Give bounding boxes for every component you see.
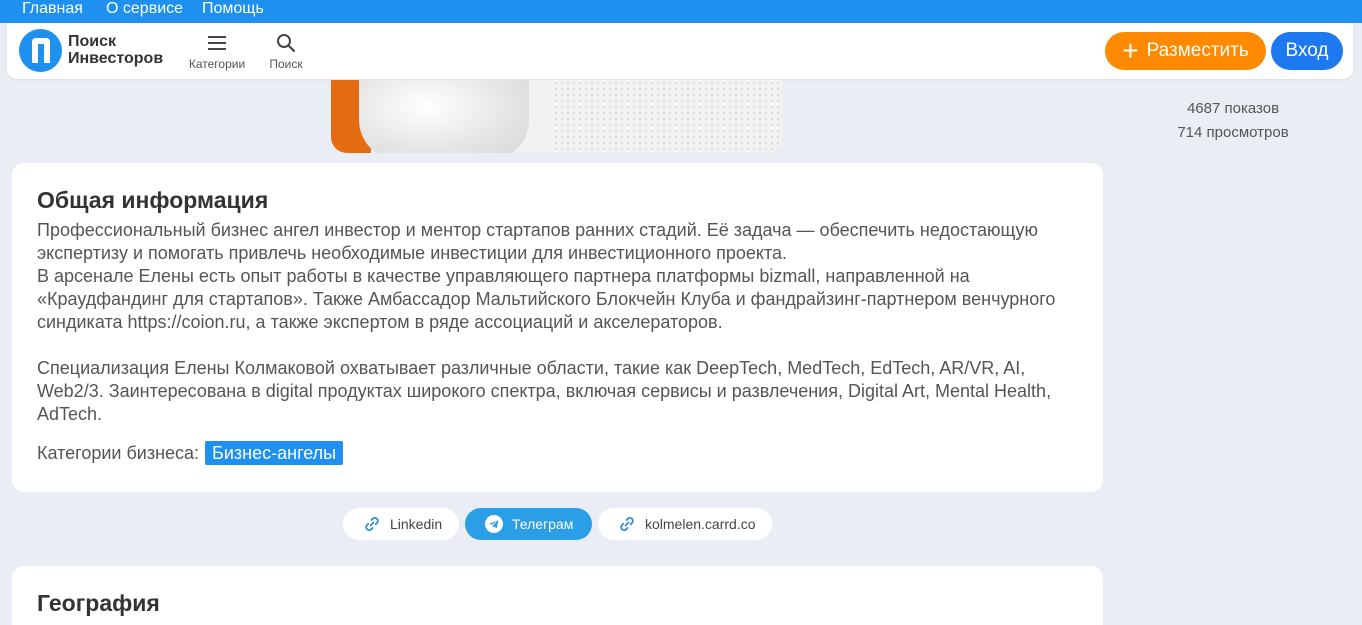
linkedin-label: Linkedin xyxy=(390,516,443,532)
website-label: kolmelen.carrd.co xyxy=(645,516,756,532)
search-icon xyxy=(263,31,309,55)
telegram-link[interactable]: Телеграм xyxy=(465,508,592,540)
menu-icon xyxy=(185,31,249,55)
impressions-count: 4687 показов xyxy=(1186,100,1280,117)
search-button[interactable]: Поиск xyxy=(263,31,309,73)
telegram-icon xyxy=(485,515,503,533)
linkedin-link[interactable]: Linkedin xyxy=(343,508,459,540)
login-button[interactable]: Вход xyxy=(1271,32,1343,70)
description-paragraph-3: Специализация Елены Колмаковой охватывае… xyxy=(37,358,1052,424)
views-count: 714 просмотров xyxy=(1177,124,1289,141)
post-listing-button[interactable]: + Разместить xyxy=(1105,32,1266,70)
top-nav-help[interactable]: Помощь xyxy=(202,0,264,18)
plus-icon: + xyxy=(1122,35,1139,66)
geography-title: География xyxy=(37,590,160,616)
profile-banner-image xyxy=(331,80,783,153)
description-paragraph-2: В арсенале Елены есть опыт работы в каче… xyxy=(37,266,1056,332)
search-label: Поиск xyxy=(269,57,303,71)
general-info-card: Общая информация Профессиональный бизнес… xyxy=(12,163,1103,492)
telegram-label: Телеграм xyxy=(512,516,574,532)
top-nav-about[interactable]: О сервисе xyxy=(106,0,183,18)
site-header: Поиск Инвесторов Категории Поиск + Разме… xyxy=(7,23,1353,79)
general-info-description: Профессиональный бизнес ангел инвестор и… xyxy=(37,219,1077,426)
categories-label: Категории xyxy=(188,57,246,71)
logo-text[interactable]: Поиск Инвесторов xyxy=(68,33,163,67)
description-paragraph-1: Профессиональный бизнес ангел инвестор и… xyxy=(37,220,1039,263)
listing-stats: 4687 показов 714 просмотров xyxy=(1118,97,1348,145)
geography-card: География xyxy=(12,566,1103,625)
top-nav-home[interactable]: Главная xyxy=(22,0,83,18)
logo-line-2: Инвесторов xyxy=(68,50,164,67)
logo-icon[interactable] xyxy=(19,29,62,72)
categories-button[interactable]: Категории xyxy=(185,31,249,73)
category-tag-business-angels[interactable]: Бизнес-ангелы xyxy=(205,441,344,465)
top-nav-bar: Главная О сервисе Помощь xyxy=(0,0,1362,23)
business-categories-label: Категории бизнеса: xyxy=(37,443,200,463)
link-icon xyxy=(363,515,381,533)
post-listing-label: Разместить xyxy=(1146,40,1249,61)
business-categories: Категории бизнеса: Бизнес-ангелы xyxy=(37,441,344,465)
general-info-title: Общая информация xyxy=(37,187,269,213)
website-link[interactable]: kolmelen.carrd.co xyxy=(598,508,772,540)
logo-line-1: Поиск xyxy=(68,33,117,50)
link-icon xyxy=(618,515,636,533)
